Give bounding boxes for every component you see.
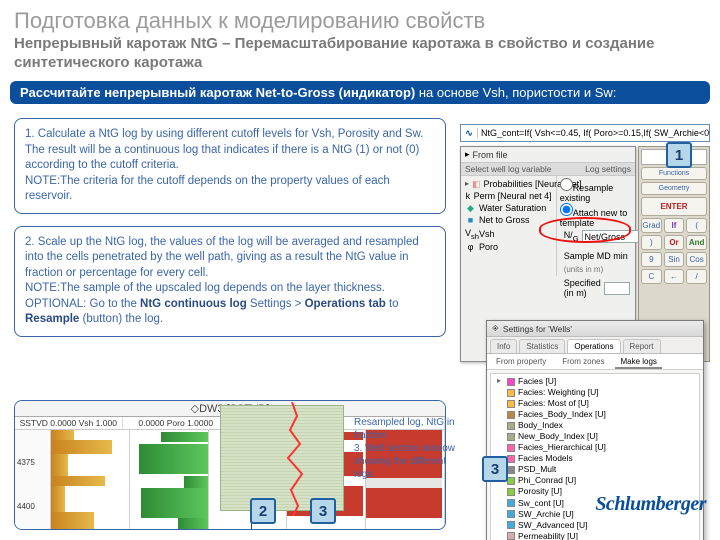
slide-title: Подготовка данных к моделированию свойст… — [14, 8, 706, 33]
calc-functions[interactable]: Functions — [641, 167, 707, 180]
task-bar: Рассчитайте непрерывный каротаж Net-to-G… — [10, 81, 710, 104]
step-3-callout: Resampled log, NtG in fraction 3. Well s… — [354, 416, 466, 481]
subtab-make-logs[interactable]: Make logs — [615, 356, 661, 369]
slide-subtitle: Непрерывный каротаж NtG – Перемасштабиро… — [14, 35, 706, 73]
settings-title-bar: 🞚 Settings for 'Wells' — [487, 321, 703, 337]
step-1-box: 1. Calculate a NtG log by using differen… — [14, 118, 446, 214]
schlumberger-logo: Schlumberger — [595, 493, 706, 516]
attach-radio[interactable] — [560, 203, 573, 216]
calc-key[interactable]: Cos — [686, 252, 707, 267]
calc-key[interactable]: C — [641, 269, 662, 284]
well-3d-thumbnail — [220, 405, 344, 511]
calc-key[interactable]: / — [686, 269, 707, 284]
gear-icon: 🞚 — [492, 323, 499, 334]
depth-mark: 4400 — [17, 502, 35, 511]
calc-key[interactable]: ) — [641, 235, 662, 250]
well-path-line — [282, 402, 308, 516]
tab-info[interactable]: Info — [490, 339, 517, 353]
resample-radio[interactable] — [560, 178, 573, 191]
calc-key[interactable]: Grad — [641, 218, 662, 233]
spacing-input[interactable] — [604, 282, 630, 295]
right-panel: ∿ NtG_cont=If( Vsh<=0.45, If( Poro>=0.15… — [460, 124, 710, 504]
log-col-2: 0.0000 Poro 1.0000 — [123, 417, 231, 429]
calc-key[interactable]: Sin — [664, 252, 685, 267]
calc-key[interactable]: ( — [686, 218, 707, 233]
formula-text: NtG_cont=If( Vsh<=0.45, If( Poro>=0.15,I… — [477, 128, 709, 138]
left-column: 1. Calculate a NtG log by using differen… — [14, 118, 446, 337]
badge-3-right: 3 — [482, 456, 508, 482]
calc-key[interactable]: Or — [664, 235, 685, 250]
step-2-box: 2. Scale up the NtG log, the values of t… — [14, 226, 446, 337]
title-block: Подготовка данных к моделированию свойст… — [0, 0, 720, 75]
settings-subtabs[interactable]: From property From zones Make logs — [487, 354, 703, 370]
poro-track — [130, 430, 209, 530]
calc-enter[interactable]: ENTER — [641, 197, 707, 216]
badge-1: 1 — [666, 142, 692, 168]
tab-report[interactable]: Report — [623, 339, 661, 353]
calc-key[interactable]: If — [664, 218, 685, 233]
formula-icon: ∿ — [461, 128, 477, 139]
tab-operations[interactable]: Operations — [567, 339, 620, 353]
badge-2: 2 — [250, 498, 276, 524]
subtab-from-zones[interactable]: From zones — [557, 356, 609, 369]
calc-key[interactable]: 9 — [641, 252, 662, 267]
vsh-track — [51, 430, 130, 530]
select-var-header: Select well log variable — [465, 164, 551, 174]
settings-tabs[interactable]: Info Statistics Operations Report — [487, 337, 703, 354]
subtab-from-property[interactable]: From property — [491, 356, 551, 369]
tab-statistics[interactable]: Statistics — [519, 339, 565, 353]
depth-track: 4375 4400 — [15, 430, 51, 530]
formula-bar[interactable]: ∿ NtG_cont=If( Vsh<=0.45, If( Poro>=0.15… — [460, 124, 710, 142]
ntg-icon: N/G — [564, 230, 579, 243]
depth-mark: 4375 — [17, 458, 35, 467]
log-settings-header: Log settings — [585, 164, 631, 174]
log-variable-tree[interactable]: ▸◧Probabilities [Neural net] kPerm [Neur… — [461, 176, 557, 276]
task-bar-text: Рассчитайте непрерывный каротаж Net-to-G… — [20, 85, 700, 100]
badge-3-left: 3 — [310, 498, 336, 524]
from-file-label: From file — [473, 150, 508, 160]
log-col-1: SSTVD 0.0000 Vsh 1.000 — [15, 417, 123, 429]
calc-key[interactable]: ← — [664, 269, 685, 284]
calc-geometry[interactable]: Geometry — [641, 182, 707, 195]
calc-key[interactable]: And — [686, 235, 707, 250]
